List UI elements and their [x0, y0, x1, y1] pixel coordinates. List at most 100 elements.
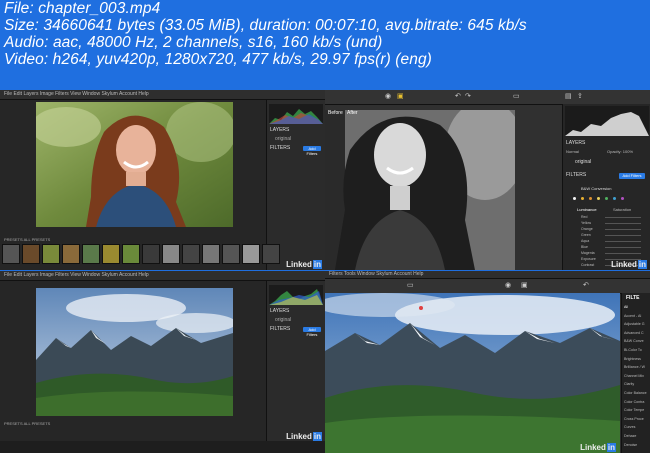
slider-label: Orange [581, 227, 593, 231]
filters-title: FILTE [626, 295, 640, 301]
zoom-icon[interactable]: ▭ [513, 93, 520, 100]
filter-list-item[interactable]: Denoise [624, 443, 637, 447]
compare-icon[interactable]: ▣ [521, 282, 528, 289]
toolbar: ◉ ▣ ↶ ↷ ▭ ▤ ⇪ [325, 90, 650, 105]
slider-label: Aqua [581, 239, 590, 243]
filter-list-item[interactable]: All [624, 305, 628, 309]
menu-items: File Edit Layers Image Filters View Wind… [4, 91, 149, 97]
right-panel: LAYERS Normal Opacity: 100% original FIL… [562, 104, 650, 270]
undo-icon[interactable]: ↶ [455, 93, 461, 100]
color-swatch[interactable] [605, 197, 608, 200]
filter-list-item[interactable]: Adjustable G [624, 322, 645, 326]
compare-icon[interactable]: ▣ [397, 93, 404, 100]
menu-bar: File Edit Layers Image Filters View Wind… [0, 90, 325, 100]
preset-thumb[interactable] [102, 244, 120, 264]
bottom-bar [0, 441, 325, 453]
preset-thumb[interactable] [242, 244, 260, 264]
filter-list-item[interactable]: Brightness [624, 357, 641, 361]
undo-icon[interactable]: ↶ [583, 282, 589, 289]
file-info-header: File: chapter_003.mp4 Size: 34660641 byt… [4, 0, 644, 68]
preset-thumb[interactable] [162, 244, 180, 264]
color-swatch[interactable] [621, 197, 624, 200]
slider-label: Green [581, 233, 591, 237]
filter-list-item[interactable]: Clarity [624, 382, 634, 386]
filter-name: B&W Conversion [581, 186, 612, 191]
watermark-in: in [606, 443, 616, 452]
menu-items: Filters Tools Window Skylum Account Help [329, 271, 424, 277]
slider-track[interactable] [605, 247, 641, 248]
filter-list-item[interactable]: Color Tempe [624, 408, 644, 412]
histogram [269, 104, 323, 124]
add-filters-button[interactable]: Add Filters [303, 146, 321, 156]
histogram [565, 106, 649, 136]
color-swatch[interactable] [573, 197, 576, 200]
filters-label: FILTERS [566, 172, 587, 178]
filter-list-item[interactable]: Color Contra [624, 400, 644, 404]
layers-toggle-icon[interactable]: ▤ [565, 93, 572, 100]
filter-list-item[interactable]: Curves [624, 425, 635, 429]
presets-label: PRESETS ALL PRESETS [4, 237, 51, 242]
preset-thumb[interactable] [262, 244, 280, 264]
preset-thumb[interactable] [22, 244, 40, 264]
layer-row[interactable]: original [275, 317, 291, 323]
frame-4-thumbnail: Filters Tools Window Skylum Account Help… [325, 271, 650, 453]
audio-info-line: Audio: aac, 48000 Hz, 2 channels, s16, 1… [4, 34, 383, 51]
tab-luminance[interactable]: Luminance [577, 207, 597, 212]
preset-thumb[interactable] [2, 244, 20, 264]
opacity-value[interactable]: Opacity: 100% [607, 149, 633, 154]
color-swatch[interactable] [589, 197, 592, 200]
menu-items: File Edit Layers Image Filters View Wind… [4, 272, 149, 278]
color-swatch[interactable] [613, 197, 616, 200]
slider-track[interactable] [605, 229, 641, 230]
preset-thumb[interactable] [202, 244, 220, 264]
video-info-line: Video: h264, yuv420p, 1280x720, 477 kb/s… [4, 51, 432, 68]
preset-thumb[interactable] [62, 244, 80, 264]
before-label: Before [328, 110, 343, 116]
landscape-photo-zoomed [325, 293, 620, 453]
preset-thumb[interactable] [82, 244, 100, 264]
slider-track[interactable] [605, 235, 641, 236]
zoom-icon[interactable]: ▭ [407, 282, 414, 289]
preset-thumb[interactable] [142, 244, 160, 264]
filter-list-item[interactable]: Accent - AI [624, 314, 641, 318]
slider-track[interactable] [605, 217, 641, 218]
watermark-in: in [312, 260, 322, 269]
slider-track[interactable] [605, 223, 641, 224]
presets-label: PRESETS ALL PRESETS [4, 421, 51, 426]
color-swatch[interactable] [597, 197, 600, 200]
filter-list-item[interactable]: Channel Mix [624, 374, 644, 378]
eye-icon[interactable]: ◉ [385, 93, 391, 100]
linkedin-watermark: Linked in [286, 260, 322, 269]
preset-thumb[interactable] [222, 244, 240, 264]
blend-mode[interactable]: Normal [566, 149, 579, 154]
filter-list-item[interactable]: Advanced C [624, 331, 644, 335]
linkedin-watermark: Linked in [580, 443, 616, 452]
histogram [269, 285, 323, 305]
add-filters-button[interactable]: Add Filters [619, 173, 645, 179]
preset-thumb[interactable] [122, 244, 140, 264]
linkedin-watermark: Linked in [611, 260, 647, 269]
slider-track[interactable] [605, 253, 641, 254]
filter-list-item[interactable]: Color Balance [624, 391, 647, 395]
layers-label: LAYERS [270, 127, 290, 133]
slider-label: Exposure [581, 257, 596, 261]
preset-thumb[interactable] [182, 244, 200, 264]
share-icon[interactable]: ⇪ [577, 93, 583, 100]
slider-track[interactable] [605, 241, 641, 242]
layer-row[interactable]: original [275, 136, 291, 142]
redo-icon[interactable]: ↷ [465, 93, 471, 100]
filter-list-item[interactable]: Cross Proce [624, 417, 644, 421]
eye-icon[interactable]: ◉ [505, 282, 511, 289]
filter-list-item[interactable]: Brilliance / W [624, 365, 645, 369]
presets-strip [2, 244, 280, 264]
color-swatch[interactable] [581, 197, 584, 200]
layer-row[interactable]: original [575, 159, 591, 165]
tab-saturation[interactable]: Saturation [613, 207, 631, 212]
slider-label: Magenta [581, 251, 595, 255]
filter-list-item[interactable]: B&W Conve [624, 339, 644, 343]
add-filters-button[interactable]: Add Filters [303, 327, 321, 337]
filters-panel: FILTE All Accent - AI Adjustable G Advanced… [621, 293, 650, 453]
preset-thumb[interactable] [42, 244, 60, 264]
filter-list-item[interactable]: Bi-Color To [624, 348, 642, 352]
filter-list-item[interactable]: Dehaze [624, 434, 636, 438]
